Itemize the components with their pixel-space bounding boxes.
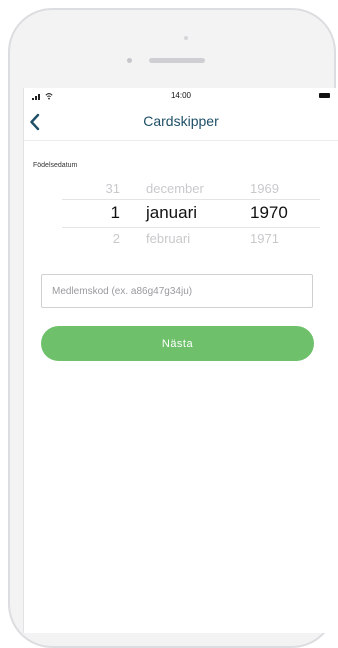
picker-year: 1970 [250,203,288,222]
battery-icon [319,93,330,98]
picker-divider-bottom [62,227,320,228]
birthdate-picker[interactable]: 31 december 1969 1 januari 1970 2 februa… [62,180,320,246]
navigation-bar: Cardskipper [24,104,338,141]
picker-year: 1969 [250,181,279,196]
member-code-input[interactable] [41,274,313,308]
front-sensor [184,36,188,40]
picker-day: 1 [110,203,120,222]
picker-day: 2 [112,231,120,246]
birthdate-label: Födelsedatum [33,162,78,169]
nav-title: Cardskipper [143,113,219,129]
picker-month: februari [146,231,191,246]
picker-month: december [146,181,204,196]
picker-row-next[interactable]: 2 februari 1971 [62,230,320,248]
picker-row-previous[interactable]: 31 december 1969 [62,180,320,198]
picker-row-selected[interactable]: 1 januari 1970 [62,200,320,226]
earpiece-speaker [149,58,205,63]
picker-day: 31 [105,181,120,196]
status-time: 14:00 [170,91,192,100]
front-camera [127,58,132,63]
status-bar: 14:00 [24,88,338,104]
app-screen: 14:00 Cardskipper Födelsedatum 31 decemb… [23,88,338,633]
picker-month: januari [146,203,198,222]
next-button[interactable]: Nästa [41,326,314,361]
picker-year: 1971 [250,231,279,246]
